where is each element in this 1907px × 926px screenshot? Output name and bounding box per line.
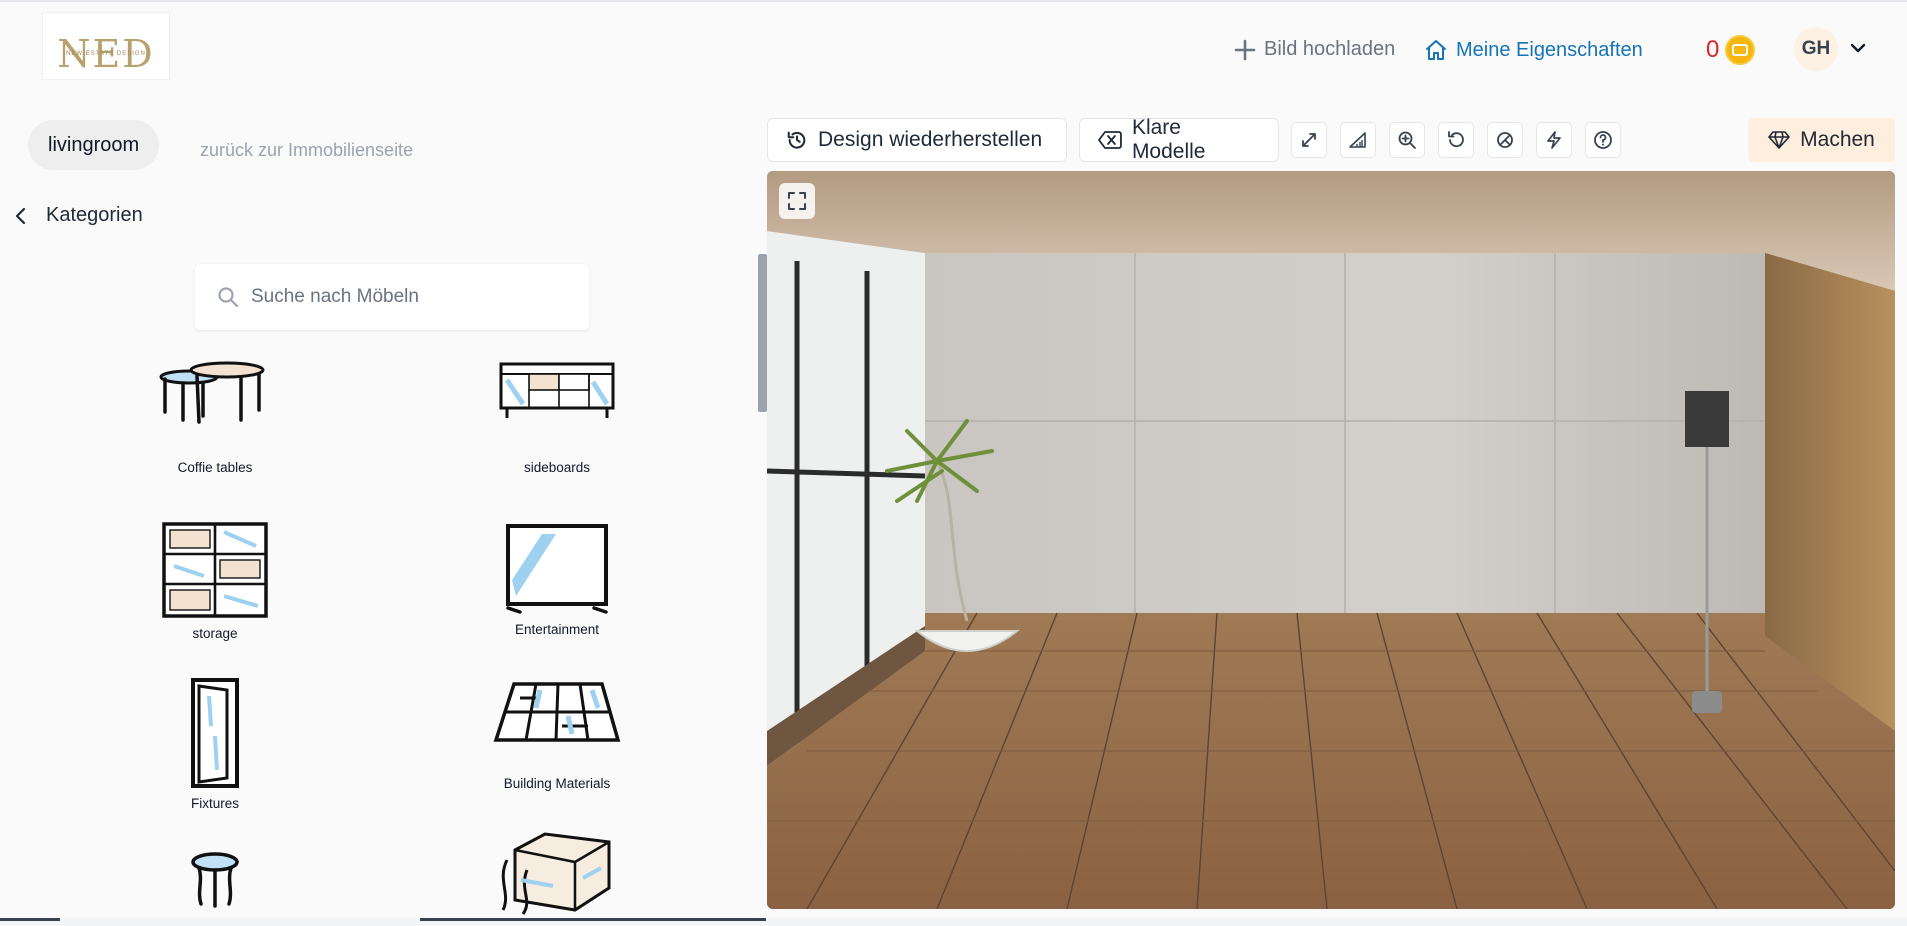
measure-button[interactable] — [1340, 122, 1376, 158]
my-properties-link[interactable]: Meine Eigenschaften — [1424, 38, 1643, 62]
category-entertainment[interactable]: Entertainment — [457, 520, 657, 637]
editor-toolbar: Design wiederherstellen Klare Modelle Ma… — [767, 116, 1895, 163]
fullscreen-button[interactable] — [779, 183, 815, 219]
home-icon — [1426, 40, 1446, 60]
side-table-icon — [191, 852, 239, 908]
tv-icon — [506, 524, 608, 614]
measure-icon — [1349, 132, 1366, 148]
magic-button[interactable] — [1487, 122, 1523, 158]
coffee-table-icon — [159, 361, 265, 424]
avatar[interactable]: GH — [1794, 27, 1838, 71]
category-building-materials[interactable]: Building Materials — [457, 676, 657, 791]
room-canvas[interactable] — [767, 171, 1895, 909]
categories-label: Kategorien — [46, 204, 143, 226]
my-properties-label: Meine Eigenschaften — [1456, 38, 1643, 61]
chevron-down-icon[interactable] — [1848, 38, 1868, 58]
sidebar-scrollbar[interactable] — [758, 254, 767, 412]
undo-button[interactable] — [1438, 122, 1474, 158]
search-input[interactable] — [251, 286, 581, 308]
category-label: Building Materials — [503, 776, 611, 791]
credits-count: 0 — [1706, 36, 1720, 63]
resize-icon — [1302, 133, 1316, 147]
category-label: sideboards — [523, 460, 591, 475]
room-tab[interactable]: livingroom — [28, 120, 160, 170]
clear-icon — [1098, 131, 1122, 149]
bottom-scroll-track — [0, 918, 1907, 926]
search-icon — [218, 287, 239, 308]
categories-back-button[interactable]: Kategorien — [12, 204, 143, 227]
plus-icon — [1234, 39, 1256, 60]
logo-subtitle: NEW ESTATE DESIGN — [66, 51, 146, 57]
room-photo — [767, 171, 1895, 909]
help-icon — [1594, 131, 1612, 149]
coin-icon — [1725, 35, 1756, 65]
category-label: Entertainment — [514, 622, 600, 637]
lightning-icon — [1547, 131, 1561, 149]
category-side-tables[interactable] — [115, 850, 315, 910]
credits-display[interactable]: 0 — [1706, 35, 1756, 65]
logo[interactable]: NED NEW ESTATE DESIGN — [42, 12, 170, 80]
zoom-in-icon — [1398, 131, 1416, 149]
undo-icon — [1448, 131, 1464, 148]
category-label: Coffie tables — [177, 460, 253, 475]
floor-tiles-icon — [493, 682, 621, 742]
restore-design-button[interactable]: Design wiederherstellen — [767, 118, 1067, 162]
restore-design-label: Design wiederherstellen — [818, 128, 1043, 151]
door-icon — [191, 678, 239, 788]
diamond-icon — [1768, 131, 1790, 149]
make-button[interactable]: Machen — [1748, 118, 1895, 162]
furniture-search[interactable] — [195, 264, 589, 330]
storage-icon — [162, 522, 268, 618]
category-label: storage — [192, 626, 238, 641]
back-to-property-link[interactable]: zurück zur Immobilienseite — [200, 140, 413, 161]
category-ottomans[interactable] — [457, 830, 657, 918]
category-label: Fixtures — [190, 796, 239, 811]
clear-models-button[interactable]: Klare Modelle — [1079, 116, 1279, 163]
category-fixtures[interactable]: Fixtures — [115, 676, 315, 811]
category-sideboards[interactable]: sideboards — [457, 360, 657, 475]
category-storage[interactable]: storage — [115, 520, 315, 641]
ottoman-icon — [501, 832, 611, 915]
category-coffee-tables[interactable]: Coffie tables — [115, 360, 315, 475]
chevron-left-icon — [15, 207, 26, 224]
clear-models-label: Klare Modelle — [1131, 116, 1206, 163]
help-button[interactable] — [1585, 122, 1621, 158]
header: NED NEW ESTATE DESIGN Bild hochladen Mei… — [0, 2, 1907, 98]
fullscreen-icon — [788, 192, 806, 210]
resize-button[interactable] — [1291, 122, 1327, 158]
sideboard-icon — [499, 362, 615, 418]
magic-icon — [1497, 132, 1513, 148]
history-icon — [787, 131, 806, 149]
lightning-button[interactable] — [1536, 122, 1572, 158]
make-label: Machen — [1800, 128, 1875, 151]
upload-image-label: Bild hochladen — [1264, 38, 1396, 60]
zoom-in-button[interactable] — [1389, 122, 1425, 158]
upload-image-button[interactable]: Bild hochladen — [1234, 38, 1395, 61]
sidebar: livingroom zurück zur Immobilienseite Ka… — [0, 98, 766, 918]
